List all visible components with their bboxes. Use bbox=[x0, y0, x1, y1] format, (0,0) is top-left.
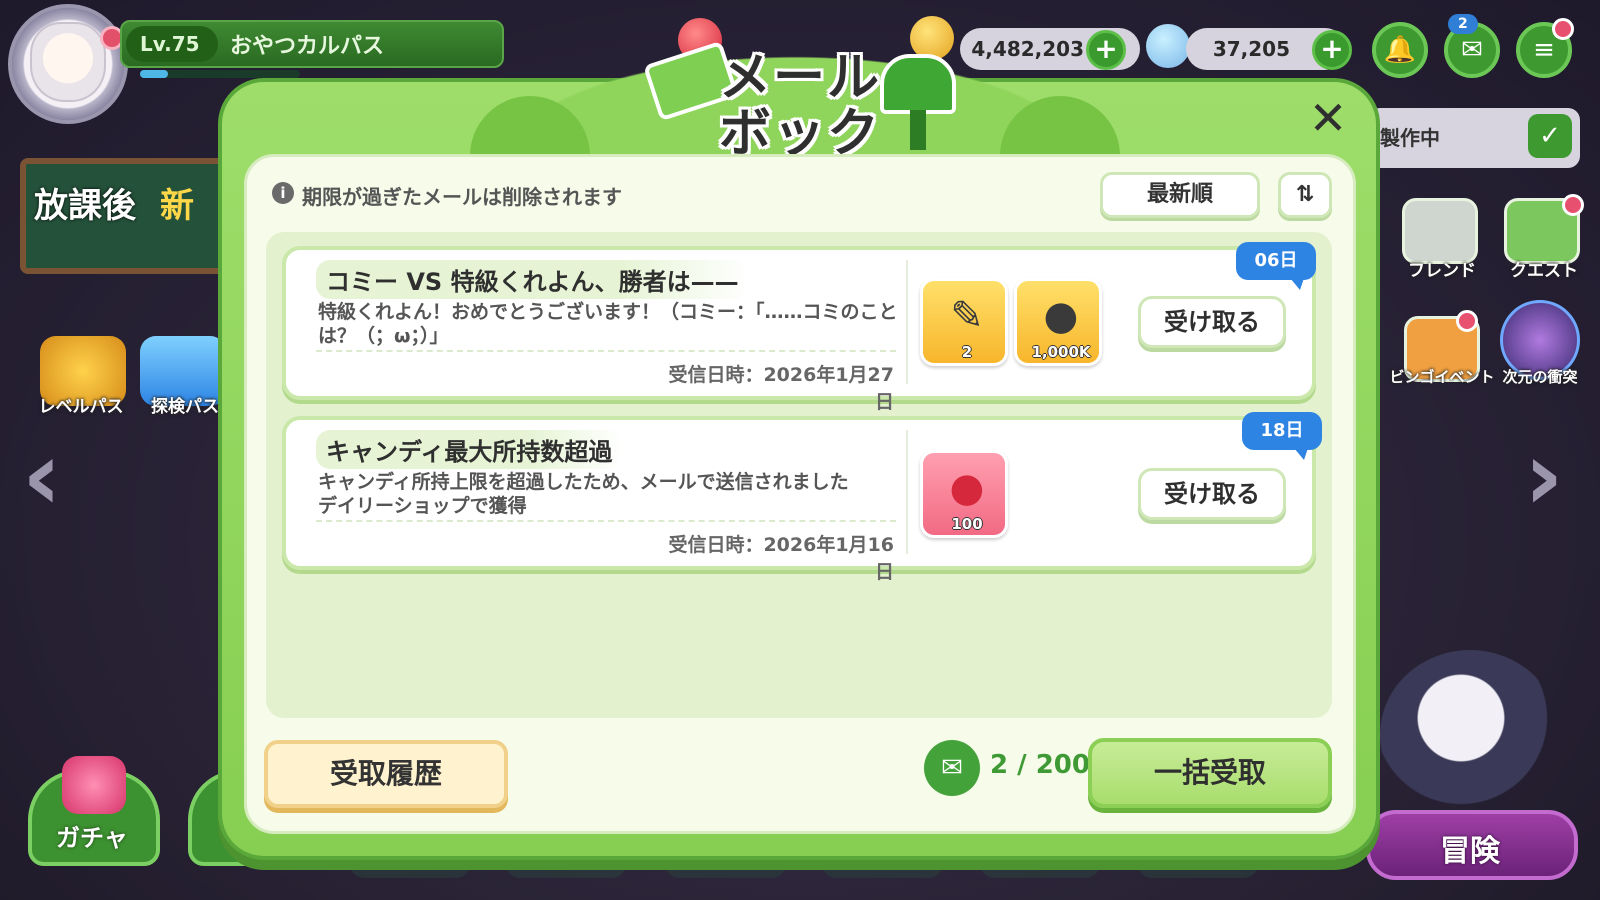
bell-icon[interactable]: 🔔 bbox=[1372, 22, 1428, 78]
event-banner-text-highlight: 新 bbox=[160, 186, 194, 226]
mailbox-post-stand bbox=[910, 110, 926, 150]
add-crystals-button[interactable]: + bbox=[1312, 30, 1352, 70]
info-icon: i bbox=[272, 182, 294, 204]
reward-item[interactable]: ● 1,000K bbox=[1014, 278, 1102, 366]
mail-title: コミー VS 特級くれよん、勝者は—— bbox=[316, 260, 749, 299]
chevron-right-icon[interactable]: › bbox=[1524, 420, 1564, 532]
mail-count: 2 / 200 bbox=[990, 750, 1090, 780]
reward-count: 1,000K bbox=[1031, 343, 1091, 361]
quest-alert-dot bbox=[1562, 194, 1584, 216]
level-label: Lv.75 bbox=[126, 26, 218, 62]
reward-count: 100 bbox=[951, 515, 983, 533]
mail-body: 特級くれよん！おめでとうございます！（コミー：「……コミのことは？（；ω；）」 bbox=[318, 301, 898, 347]
level-pass-label: レベルパス bbox=[38, 397, 124, 417]
days-left-badge: 18日 bbox=[1242, 412, 1322, 450]
sort-order-icon[interactable]: ⇅ bbox=[1278, 172, 1332, 218]
divider bbox=[316, 520, 896, 522]
dialog-title-line1: メール bbox=[718, 48, 881, 108]
avatar-portrait bbox=[30, 22, 106, 102]
received-date: 受信日時：2026年1月27日 bbox=[668, 364, 894, 413]
character-art bbox=[1380, 650, 1560, 820]
pass-name: おやつカルパス bbox=[230, 34, 385, 59]
dimension-clash-label: 次元の衝突 bbox=[1502, 368, 1578, 386]
friends-icon[interactable] bbox=[1402, 198, 1478, 264]
friends-label: フレンド bbox=[1408, 261, 1476, 281]
menu-alert-dot bbox=[1552, 18, 1574, 40]
quest-label: クエスト bbox=[1510, 261, 1578, 281]
badge-tail bbox=[1290, 278, 1304, 290]
received-date: 受信日時：2026年1月16日 bbox=[668, 534, 894, 583]
divider bbox=[906, 430, 908, 554]
gem-icon bbox=[62, 756, 126, 814]
mail-body: キャンディ所持上限を超過したため、メールで送信されました デイリーショップで獲得 bbox=[318, 471, 849, 517]
event-banner-text: 放課後 bbox=[34, 186, 136, 226]
crystal-resource-icon bbox=[1146, 24, 1190, 68]
explore-pass-label: 探検パス bbox=[151, 397, 219, 417]
badge-tail bbox=[1294, 448, 1308, 460]
close-icon[interactable]: ✕ bbox=[1306, 95, 1350, 141]
divider bbox=[906, 260, 908, 384]
bingo-alert-dot bbox=[1456, 310, 1478, 332]
receive-button[interactable]: 受け取る bbox=[1138, 468, 1286, 520]
add-coins-button[interactable]: + bbox=[1086, 30, 1126, 70]
bingo-event-label: ビンゴイベント bbox=[1389, 368, 1495, 386]
reward-item[interactable]: ● 100 bbox=[920, 450, 1008, 538]
sort-button[interactable]: 最新順 bbox=[1100, 172, 1260, 218]
gacha-label: ガチャ bbox=[56, 824, 128, 852]
receive-history-button[interactable]: 受取履歴 bbox=[264, 740, 508, 808]
check-icon: ✓ bbox=[1528, 114, 1572, 158]
chevron-left-icon[interactable]: ‹ bbox=[22, 420, 62, 532]
adventure-label: 冒険 bbox=[1440, 834, 1500, 869]
mail-notification-badge: 2 bbox=[1448, 14, 1478, 34]
divider bbox=[316, 350, 896, 352]
reward-item[interactable]: ✎ 2 bbox=[920, 278, 1008, 366]
expiry-notice: 期限が過ぎたメールは削除されます bbox=[302, 185, 622, 209]
gold-coin-icon: ● bbox=[1043, 293, 1079, 339]
envelope-count-icon: ✉ bbox=[924, 740, 980, 796]
claim-all-button[interactable]: 一括受取 bbox=[1088, 738, 1332, 808]
level-progress-fill bbox=[140, 70, 168, 78]
reward-count: 2 bbox=[961, 343, 973, 361]
crafting-label: 製作中 bbox=[1380, 126, 1440, 150]
crayon-icon: ✎ bbox=[950, 293, 984, 339]
receive-button[interactable]: 受け取る bbox=[1138, 296, 1286, 348]
days-left-badge: 06日 bbox=[1236, 242, 1316, 280]
mail-title: キャンディ最大所持数超過 bbox=[316, 430, 623, 469]
red-candy-icon: ● bbox=[949, 465, 985, 511]
